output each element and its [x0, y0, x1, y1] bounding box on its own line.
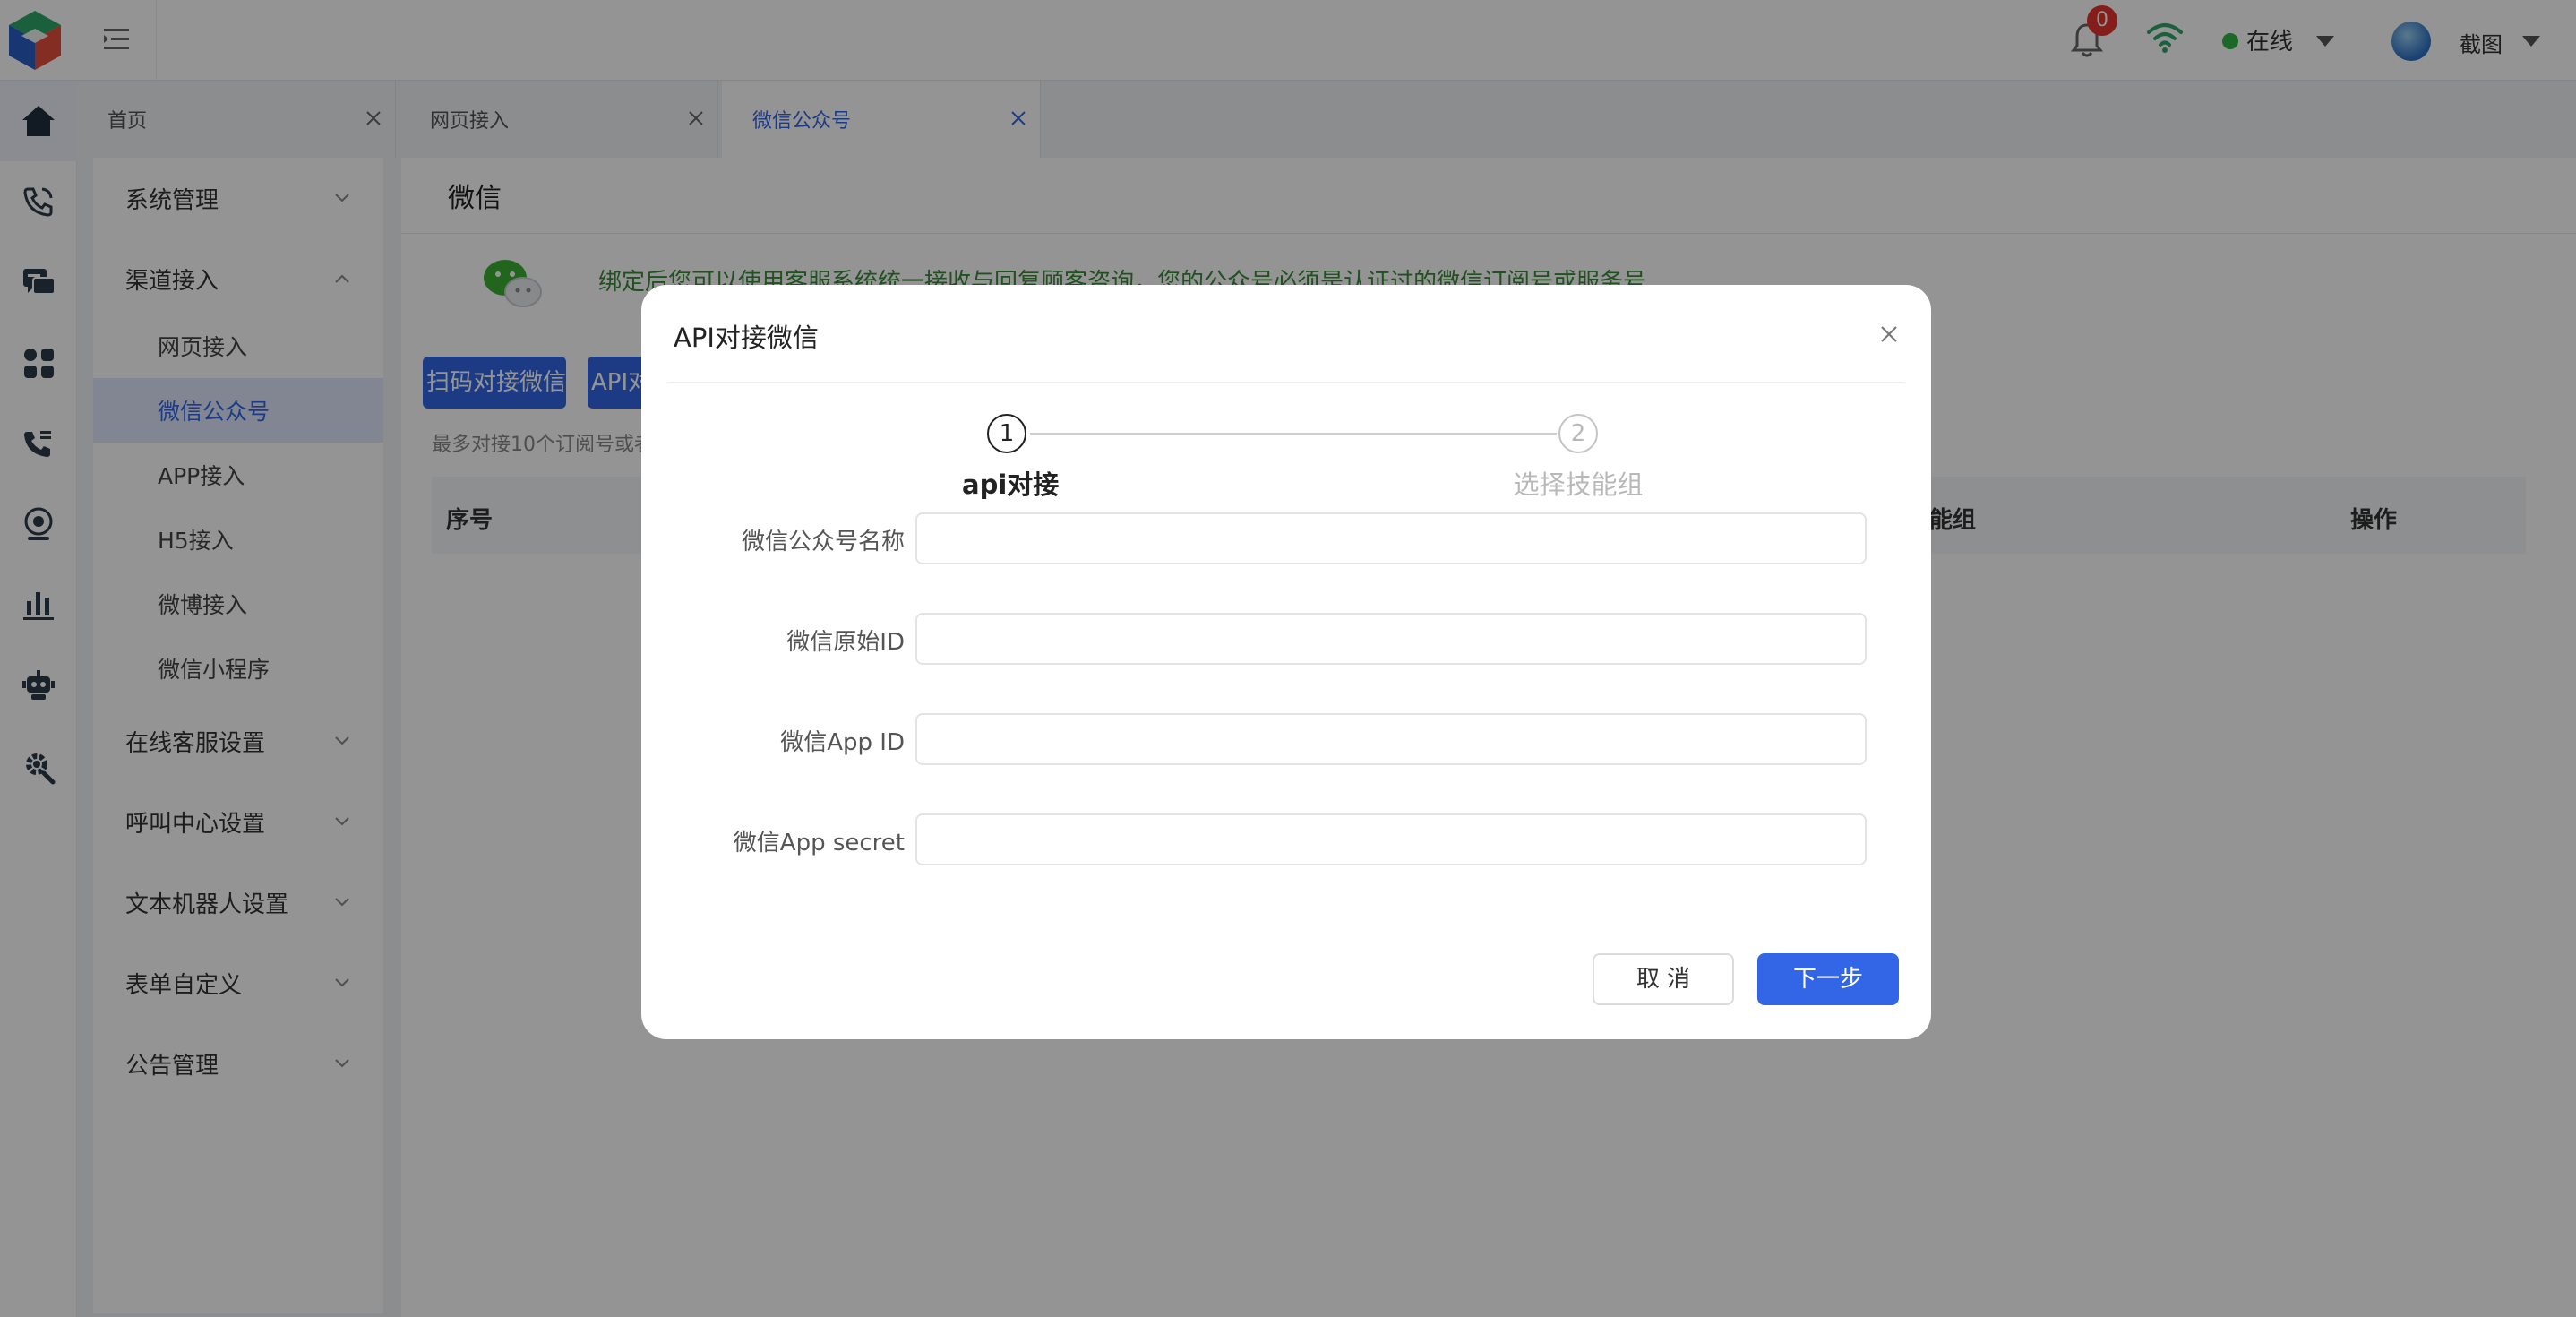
step-1-indicator: 1: [987, 414, 1026, 453]
step-2-label: 选择技能组: [1513, 469, 1644, 500]
step-connector: [1030, 433, 1557, 435]
app-secret-input[interactable]: [915, 813, 1867, 865]
cancel-button[interactable]: 取 消: [1593, 953, 1734, 1005]
step-2-indicator: 2: [1558, 414, 1598, 453]
step-1-label: api对接: [962, 469, 1060, 500]
dialog-divider: [668, 382, 1904, 383]
dialog-title: API对接微信: [674, 323, 819, 353]
api-connect-dialog: API对接微信 1 2 api对接 选择技能组 微信公众号名称 微信原始ID 微…: [641, 285, 1931, 1039]
original-id-label: 微信原始ID: [786, 629, 905, 656]
app-id-input[interactable]: [915, 713, 1867, 765]
close-icon[interactable]: [1876, 321, 1902, 348]
original-id-input[interactable]: [915, 613, 1867, 665]
app-id-label: 微信App ID: [780, 729, 905, 756]
app-secret-label: 微信App secret: [733, 830, 905, 856]
next-step-button[interactable]: 下一步: [1757, 953, 1899, 1005]
account-name-input[interactable]: [915, 512, 1867, 564]
account-name-label: 微信公众号名称: [741, 529, 905, 555]
